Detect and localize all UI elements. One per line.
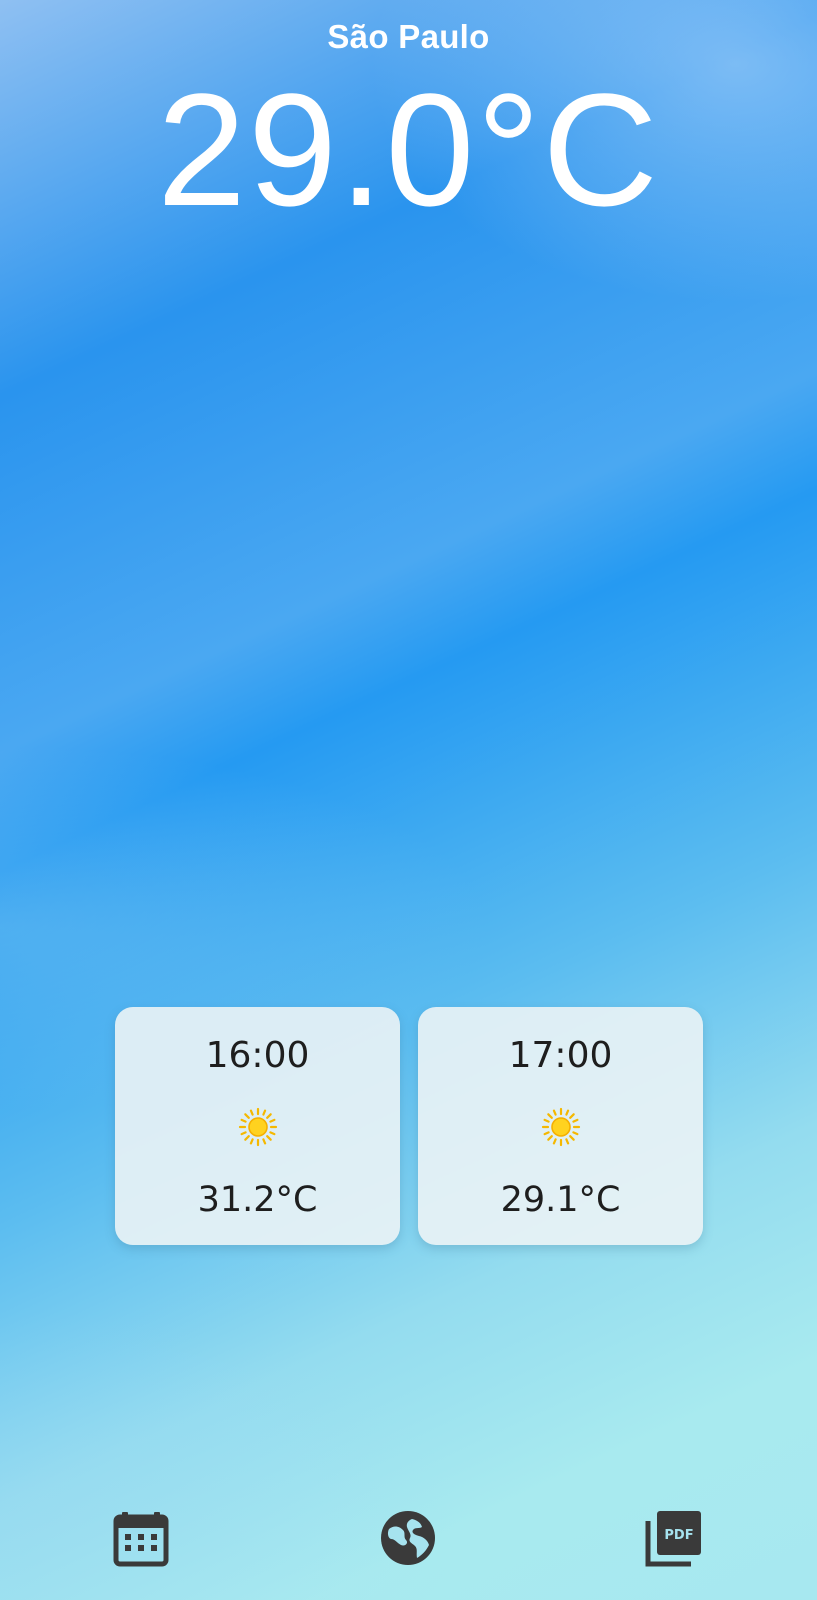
- globe-button[interactable]: [376, 1506, 440, 1570]
- sun-icon: [238, 1107, 277, 1147]
- forecast-time: 16:00: [205, 1035, 310, 1076]
- svg-text:PDF: PDF: [664, 1528, 693, 1543]
- calendar-icon: [113, 1512, 169, 1567]
- forecast-time: 17:00: [508, 1035, 613, 1076]
- pdf-icon: PDF: [645, 1511, 701, 1567]
- sun-icon: [541, 1107, 580, 1147]
- forecast-temperature: 31.2°C: [197, 1180, 318, 1220]
- bottom-navigation: PDF: [0, 1500, 817, 1570]
- globe-icon: [381, 1511, 435, 1565]
- hourly-forecast: 16:00 31.2°C 17:00 29.1°C: [115, 1007, 703, 1245]
- pdf-button[interactable]: PDF: [642, 1506, 706, 1570]
- forecast-card[interactable]: 17:00 29.1°C: [418, 1007, 703, 1245]
- calendar-button[interactable]: [109, 1506, 173, 1570]
- sky-background: [0, 0, 817, 1600]
- current-temperature: 29.0°C: [157, 60, 660, 239]
- city-name: São Paulo: [327, 18, 490, 55]
- forecast-temperature: 29.1°C: [500, 1180, 621, 1220]
- forecast-card[interactable]: 16:00 31.2°C: [115, 1007, 400, 1245]
